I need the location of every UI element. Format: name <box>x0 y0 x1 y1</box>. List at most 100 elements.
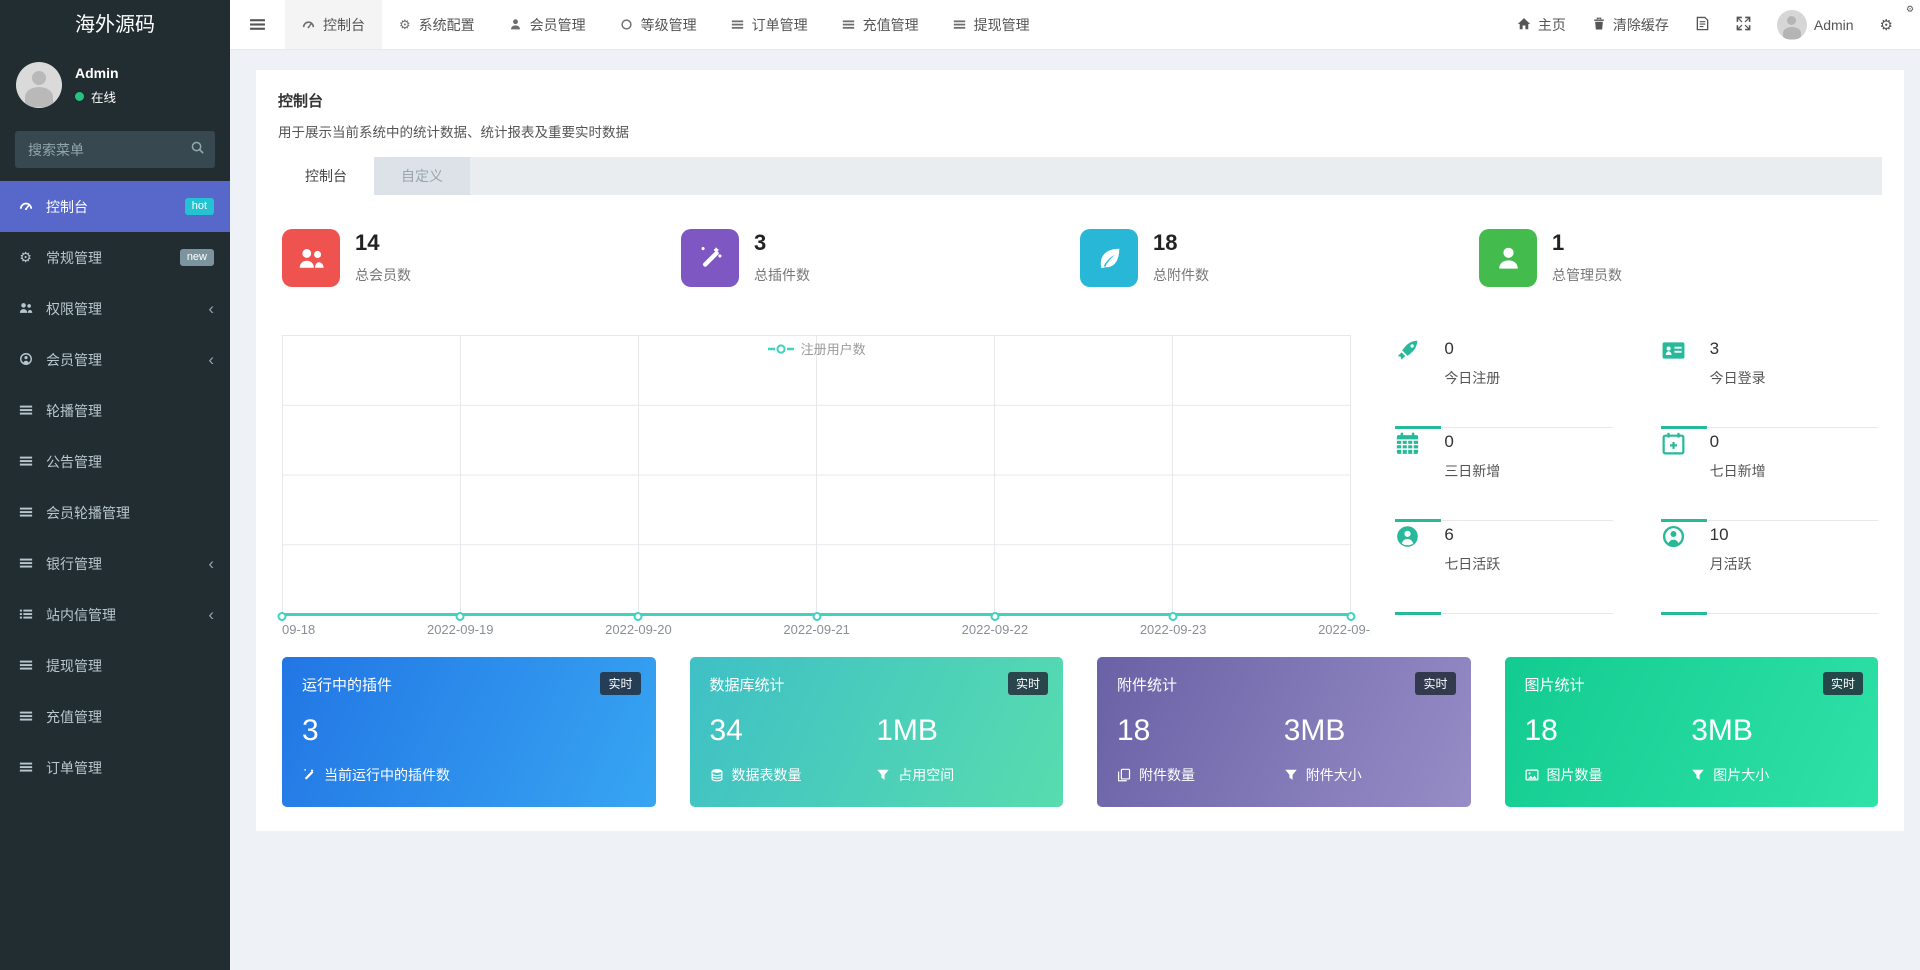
stat-value: 14 <box>355 229 411 254</box>
search-icon[interactable] <box>190 140 205 157</box>
card-title: 图片统计 <box>1525 674 1859 695</box>
fullscreen-button[interactable] <box>1723 0 1764 50</box>
mini-stat-value: 0 <box>1444 338 1500 357</box>
mini-stat-today-register: 0 今日注册 <box>1395 335 1612 428</box>
x-axis-labels: 2022-09-18 2022-09-19 2022-09-20 2022-09… <box>282 615 1371 641</box>
sidebar-toggle-button[interactable] <box>230 0 285 49</box>
username-label: Admin <box>1814 17 1854 33</box>
tab-order[interactable]: 订单管理 <box>714 0 825 49</box>
sidebar-item-member-carousel[interactable]: 会员轮播管理 <box>0 487 230 538</box>
stat-total-plugins: 3 总插件数 <box>681 229 1080 287</box>
sidebar-item-label: 会员轮播管理 <box>46 503 130 523</box>
mini-stat-value: 3 <box>1710 338 1766 357</box>
sidebar-item-label: 订单管理 <box>46 758 102 778</box>
sidebar-item-label: 轮播管理 <box>46 401 102 421</box>
card-value: 3 <box>302 716 636 746</box>
mini-stat-value: 6 <box>1444 524 1500 543</box>
copy-icon <box>1117 767 1131 783</box>
sidebar-item-dashboard[interactable]: 控制台 hot <box>0 181 230 232</box>
user-menu[interactable]: Admin <box>1764 0 1867 50</box>
tab-level[interactable]: 等级管理 <box>603 0 714 49</box>
sidebar-item-label: 会员管理 <box>46 350 102 370</box>
sidebar-item-order[interactable]: 订单管理 <box>0 742 230 793</box>
wand-icon <box>302 767 316 783</box>
gears-icon: ⚙ <box>16 249 35 266</box>
stat-total-admins: 1 总管理员数 <box>1479 229 1878 287</box>
panel-tab-custom[interactable]: 自定义 <box>374 157 470 195</box>
home-button[interactable]: 主页 <box>1504 0 1579 50</box>
user-circle-solid-icon <box>1395 524 1429 613</box>
chart-legend[interactable]: 注册用户数 <box>768 339 866 358</box>
chart-grid <box>282 335 1351 615</box>
card-attachment-stats[interactable]: 附件统计 实时 18 附件数量 3MB <box>1097 657 1471 807</box>
sidebar-item-notice[interactable]: 公告管理 <box>0 436 230 487</box>
stat-value: 1 <box>1552 229 1622 254</box>
tab-label: 系统配置 <box>419 15 475 35</box>
search-input[interactable] <box>15 131 215 168</box>
sidebar-item-bank[interactable]: 银行管理 ‹ <box>0 538 230 589</box>
trash-icon <box>1592 17 1606 33</box>
mini-stat-three-day-new: 0 三日新增 <box>1395 428 1612 521</box>
user-status: 在线 <box>75 87 119 106</box>
sidebar-item-auth[interactable]: 权限管理 ‹ <box>0 283 230 334</box>
tab-label: 订单管理 <box>752 15 808 35</box>
sidebar-item-message[interactable]: 站内信管理 ‹ <box>0 589 230 640</box>
list-icon <box>16 505 35 521</box>
sidebar-item-label: 控制台 <box>46 197 88 217</box>
mini-stat-label: 月活跃 <box>1710 554 1752 574</box>
x-tick: 2022-09-19 <box>427 622 494 637</box>
card-running-plugins[interactable]: 运行中的插件 实时 3 当前运行中的插件数 <box>282 657 656 807</box>
panel-tabs: 控制台 自定义 <box>278 157 1882 195</box>
card-foot-label: 附件数量 <box>1139 765 1195 785</box>
sidebar-item-member[interactable]: 会员管理 ‹ <box>0 334 230 385</box>
card-foot-label: 图片大小 <box>1713 765 1769 785</box>
mini-stat-value: 0 <box>1710 431 1766 450</box>
tab-member[interactable]: 会员管理 <box>492 0 603 49</box>
card-database-stats[interactable]: 数据库统计 实时 34 数据表数量 1MB <box>690 657 1064 807</box>
stats-row: 14 总会员数 3 总插件数 18 总附件数 1 <box>282 229 1878 287</box>
filter-icon <box>876 767 890 783</box>
tab-recharge[interactable]: 充值管理 <box>825 0 936 49</box>
home-icon <box>1517 17 1531 33</box>
summary-cards-row: 运行中的插件 实时 3 当前运行中的插件数 数据库统计 <box>282 657 1878 807</box>
card-image-stats[interactable]: 图片统计 实时 18 图片数量 3MB <box>1505 657 1879 807</box>
sidebar-item-label: 提现管理 <box>46 656 102 676</box>
realtime-badge: 实时 <box>1823 672 1863 695</box>
tab-label: 会员管理 <box>530 15 586 35</box>
mini-stat-seven-day-new: 0 七日新增 <box>1661 428 1878 521</box>
chevron-left-icon: ‹ <box>208 555 214 572</box>
language-button[interactable] <box>1682 0 1723 50</box>
list-icon <box>731 17 744 32</box>
language-icon <box>1695 16 1710 33</box>
avatar <box>16 62 62 108</box>
sidebar-item-withdraw[interactable]: 提现管理 <box>0 640 230 691</box>
tab-dashboard[interactable]: 控制台 <box>285 0 382 49</box>
legend-label: 注册用户数 <box>801 339 866 358</box>
sidebar-menu: 控制台 hot ⚙ 常规管理 new 权限管理 ‹ 会员管理 ‹ 轮播管理 公告… <box>0 181 230 793</box>
filter-icon <box>1691 767 1705 783</box>
sidebar-item-recharge[interactable]: 充值管理 <box>0 691 230 742</box>
mini-stat-value: 10 <box>1710 524 1752 543</box>
clear-cache-button[interactable]: 清除缓存 <box>1579 0 1682 50</box>
panel-tab-dashboard[interactable]: 控制台 <box>278 157 374 195</box>
list-icon <box>16 403 35 419</box>
mini-stat-label: 今日登录 <box>1710 368 1766 388</box>
stat-label: 总插件数 <box>754 265 810 285</box>
tab-label: 控制台 <box>323 15 365 35</box>
clear-cache-label: 清除缓存 <box>1613 15 1669 35</box>
sidebar-item-label: 权限管理 <box>46 299 102 319</box>
tab-withdraw[interactable]: 提现管理 <box>936 0 1047 49</box>
x-tick: 2022-09-24 <box>1318 622 1371 637</box>
chevron-left-icon: ‹ <box>208 606 214 623</box>
sidebar-item-general[interactable]: ⚙ 常规管理 new <box>0 232 230 283</box>
sidebar-item-carousel[interactable]: 轮播管理 <box>0 385 230 436</box>
tab-system-config[interactable]: ⚙ 系统配置 <box>382 0 492 49</box>
user-panel: Admin 在线 <box>0 50 230 118</box>
calendar-plus-icon <box>1661 431 1695 520</box>
card-value: 18 <box>1117 716 1284 746</box>
leaf-icon <box>1080 229 1138 287</box>
id-card-icon <box>1661 338 1695 427</box>
settings-button[interactable]: ⚙⚙ <box>1867 0 1906 50</box>
sidebar-item-label: 站内信管理 <box>46 605 116 625</box>
list-icon <box>16 760 35 776</box>
